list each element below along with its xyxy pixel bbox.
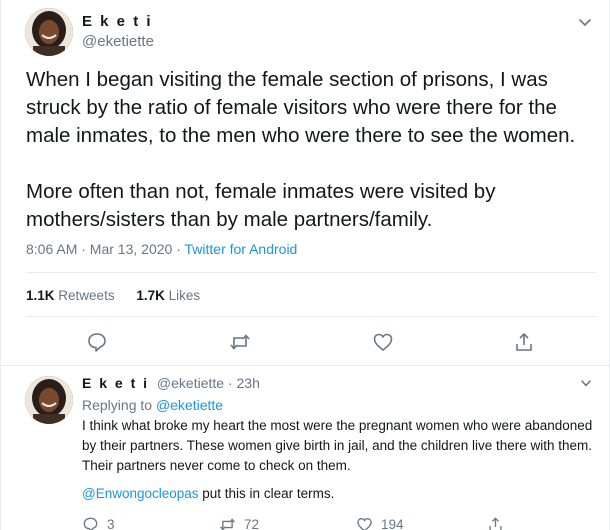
mention-link[interactable]: @Enwongocleopas [82,486,199,501]
author-handle[interactable]: @eketiette [157,375,224,391]
avatar[interactable] [25,8,73,56]
tweet-text: When I began visiting the female section… [26,66,601,234]
tweet-stats: 1.1K Retweets 1.7K Likes [26,288,218,303]
tweet-timestamp[interactable]: 8:06 AM · Mar 13, 2020 [26,241,172,257]
retweet-count: 72 [244,516,260,530]
tweet-paragraph: More often than not, female inmates were… [26,180,496,231]
replying-label: Replying to [82,397,153,413]
meta-separator: · [172,241,185,257]
reply-icon[interactable] [86,331,108,353]
reply-count: 3 [107,516,115,530]
reply-header: E k e t i @eketiette · 23h [82,375,260,391]
chevron-down-icon[interactable] [577,14,593,30]
main-tweet: E k e t i @eketiette When I began visiti… [1,0,610,366]
reply-icon [83,517,98,530]
retweets-stat[interactable]: 1.1K Retweets [26,288,115,303]
chevron-down-icon[interactable] [579,376,593,390]
retweet-button[interactable]: 72 [219,514,259,530]
retweet-icon [220,517,235,530]
share-button[interactable] [487,514,512,530]
reply-tweet[interactable]: E k e t i @eketiette · 23h Replying to @… [1,366,610,530]
like-icon [357,517,372,530]
like-icon[interactable] [372,331,394,353]
author-name[interactable]: E k e t i [82,13,153,30]
reply-text-line: @Enwongocleopas put this in clear terms. [82,486,334,501]
like-button[interactable]: 194 [356,514,404,530]
divider [26,316,597,317]
reply-action-bar: 3 72 194 [82,514,602,530]
tweet-source[interactable]: Twitter for Android [185,241,298,257]
tweet-age[interactable]: · 23h [228,375,260,391]
retweet-icon[interactable] [229,331,251,353]
like-count: 194 [381,516,404,530]
share-icon[interactable] [513,331,535,353]
replying-to: Replying to @eketiette [82,397,223,413]
reply-text-suffix: put this in clear terms. [198,486,335,501]
author-handle[interactable]: @eketiette [82,33,154,50]
share-icon [489,516,502,530]
reply-text: I think what broke my heart the most wer… [82,418,593,473]
timeline-frame: E k e t i @eketiette When I began visiti… [0,0,610,530]
avatar[interactable] [25,376,73,424]
reply-button[interactable]: 3 [82,514,115,530]
tweet-action-bar [86,331,546,353]
likes-stat[interactable]: 1.7K Likes [136,288,200,303]
tweet-meta: 8:06 AM · Mar 13, 2020 · Twitter for And… [26,241,297,257]
author-name[interactable]: E k e t i [82,375,149,391]
mention-link[interactable]: @eketiette [156,397,223,413]
divider [26,272,597,273]
tweet-paragraph: When I began visiting the female section… [26,68,576,147]
